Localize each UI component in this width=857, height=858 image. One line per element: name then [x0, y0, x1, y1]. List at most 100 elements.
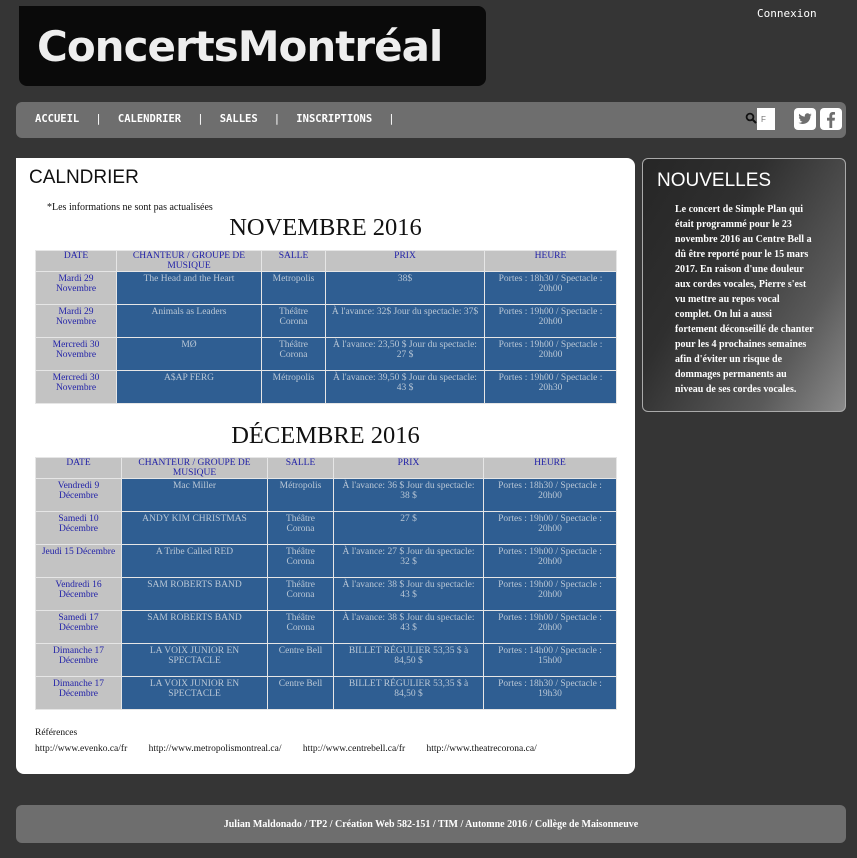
concert-artist: A Tribe Called RED — [121, 544, 268, 578]
table-row: Mercredi 30 Novembre A$AP FERG Métropoli… — [35, 370, 617, 404]
concert-price: À l'avance: 36 $ Jour du spectacle: 38 $ — [333, 478, 484, 512]
disclaimer-note: *Les informations ne sont pas actualisée… — [47, 202, 213, 213]
reference-link-metropolis[interactable]: http://www.metropolismontreal.ca/ — [149, 744, 282, 754]
concert-venue: Théâtre Corona — [267, 577, 334, 611]
concert-date: Samedi 10 Décembre — [35, 511, 122, 545]
footer-credits: Julian Maldonado / TP2 / Création Web 58… — [223, 818, 639, 830]
table-header-row: DATE CHANTEUR / GROUPE DE MUSIQUE SALLE … — [35, 457, 617, 479]
concert-price: À l'avance: 39,50 $ Jour du spectacle: 4… — [325, 370, 485, 404]
news-panel: NOUVELLES Le concert de Simple Plan qui … — [642, 158, 846, 412]
concert-price: À l'avance: 38 $ Jour du spectacle: 43 $ — [333, 610, 484, 644]
facebook-icon[interactable] — [820, 108, 842, 130]
column-header-price: PRIX — [325, 250, 485, 272]
concert-price: À l'avance: 32$ Jour du spectacle: 37$ — [325, 304, 485, 338]
concert-time: Portes : 19h00 / Spectacle : 20h30 — [484, 370, 617, 404]
calendar-panel: CALNDRIER *Les informations ne sont pas … — [16, 158, 635, 774]
concert-venue: Théâtre Corona — [261, 304, 326, 338]
concert-artist: LA VOIX JUNIOR EN SPECTACLE — [121, 676, 268, 710]
site-logo[interactable]: ConcertsMontréal — [19, 6, 486, 86]
column-header-venue: SALLE — [267, 457, 334, 479]
concert-date: Vendredi 9 Décembre — [35, 478, 122, 512]
column-header-venue: SALLE — [261, 250, 326, 272]
nav-items: ACCUEIL | CALENDRIER | SALLES | INSCRIPT… — [35, 112, 411, 125]
column-header-artist: CHANTEUR / GROUPE DE MUSIQUE — [116, 250, 262, 272]
reference-link-corona[interactable]: http://www.theatrecorona.ca/ — [427, 744, 537, 754]
page-title: CALNDRIER — [29, 167, 139, 188]
concert-price: À l'avance: 27 $ Jour du spectacle: 32 $ — [333, 544, 484, 578]
references-list: http://www.evenko.ca/fr http://www.metro… — [35, 744, 556, 754]
login-link[interactable]: Connexion — [757, 7, 817, 20]
concert-date: Mercredi 30 Novembre — [35, 370, 117, 404]
table-row: Vendredi 9 Décembre Mac Miller Métropoli… — [35, 478, 617, 512]
table-row: Dimanche 17 Décembre LA VOIX JUNIOR EN S… — [35, 643, 617, 677]
news-text: Le concert de Simple Plan qui était prog… — [675, 204, 814, 395]
concert-time: Portes : 19h00 / Spectacle : 20h00 — [484, 337, 617, 371]
reference-link-centrebell[interactable]: http://www.centrebell.ca/fr — [303, 744, 405, 754]
concert-price: À l'avance: 23,50 $ Jour du spectacle: 2… — [325, 337, 485, 371]
concert-time: Portes : 19h00 / Spectacle : 20h00 — [483, 610, 617, 644]
concert-artist: A$AP FERG — [116, 370, 262, 404]
concert-time: Portes : 18h30 / Spectacle : 20h00 — [484, 271, 617, 305]
nav-item-inscriptions[interactable]: INSCRIPTIONS — [296, 113, 372, 125]
concert-price: BILLET RÉGULIER 53,35 $ à 84,50 $ — [333, 643, 484, 677]
table-row: Samedi 10 Décembre ANDY KIM CHRISTMAS Th… — [35, 511, 617, 545]
nav-item-calendrier[interactable]: CALENDRIER — [118, 113, 181, 125]
table-row: Vendredi 16 Décembre SAM ROBERTS BAND Th… — [35, 577, 617, 611]
concert-time: Portes : 19h00 / Spectacle : 20h00 — [483, 577, 617, 611]
column-header-date: DATE — [35, 250, 117, 272]
concert-artist: SAM ROBERTS BAND — [121, 610, 268, 644]
footer: Julian Maldonado / TP2 / Création Web 58… — [16, 805, 846, 843]
column-header-artist: CHANTEUR / GROUPE DE MUSIQUE — [121, 457, 268, 479]
concert-time: Portes : 19h00 / Spectacle : 20h00 — [483, 511, 617, 545]
twitter-icon[interactable] — [794, 108, 816, 130]
concert-venue: Centre Bell — [267, 643, 334, 677]
concert-artist: The Head and the Heart — [116, 271, 262, 305]
table-row: Jeudi 15 Décembre A Tribe Called RED Thé… — [35, 544, 617, 578]
table-row: Dimanche 17 Décembre LA VOIX JUNIOR EN S… — [35, 676, 617, 710]
main-nav: ACCUEIL | CALENDRIER | SALLES | INSCRIPT… — [16, 102, 846, 138]
concert-date: Dimanche 17 Décembre — [35, 676, 122, 710]
concert-venue: Métropolis — [261, 370, 326, 404]
column-header-time: HEURE — [484, 250, 617, 272]
nav-item-accueil[interactable]: ACCUEIL — [35, 113, 79, 125]
concert-venue: Métropolis — [267, 478, 334, 512]
concert-price: 38$ — [325, 271, 485, 305]
table-row: Mardi 29 Novembre Animals as Leaders Thé… — [35, 304, 617, 338]
concert-venue: Théâtre Corona — [261, 337, 326, 371]
concert-price: À l'avance: 38 $ Jour du spectacle: 43 $ — [333, 577, 484, 611]
table-row: Mardi 29 Novembre The Head and the Heart… — [35, 271, 617, 305]
concert-time: Portes : 18h30 / Spectacle : 19h30 — [483, 676, 617, 710]
concert-venue: Théâtre Corona — [267, 610, 334, 644]
news-title: NOUVELLES — [657, 170, 772, 191]
month-title-november: NOVEMBRE 2016 — [229, 214, 422, 241]
concert-time: Portes : 18h30 / Spectacle : 20h00 — [483, 478, 617, 512]
concerts-table-december: DATE CHANTEUR / GROUPE DE MUSIQUE SALLE … — [35, 457, 617, 710]
concerts-table-november: DATE CHANTEUR / GROUPE DE MUSIQUE SALLE … — [35, 250, 617, 404]
concert-venue: Metropolis — [261, 271, 326, 305]
concert-time: Portes : 19h00 / Spectacle : 20h00 — [484, 304, 617, 338]
nav-item-salles[interactable]: SALLES — [220, 113, 258, 125]
concert-venue: Théâtre Corona — [267, 511, 334, 545]
column-header-price: PRIX — [333, 457, 484, 479]
column-header-time: HEURE — [483, 457, 617, 479]
nav-separator: | — [95, 112, 102, 125]
concert-date: Mercredi 30 Novembre — [35, 337, 117, 371]
concert-price: 27 $ — [333, 511, 484, 545]
search-input[interactable] — [757, 108, 775, 130]
concert-date: Samedi 17 Décembre — [35, 610, 122, 644]
table-row: Mercredi 30 Novembre MØ Théâtre Corona À… — [35, 337, 617, 371]
nav-separator: | — [197, 112, 204, 125]
concert-artist: Mac Miller — [121, 478, 268, 512]
concert-date: Mardi 29 Novembre — [35, 304, 117, 338]
search-icon[interactable] — [745, 112, 757, 124]
reference-link-evenko[interactable]: http://www.evenko.ca/fr — [35, 744, 127, 754]
month-title-december: DÉCEMBRE 2016 — [231, 422, 420, 449]
column-header-date: DATE — [35, 457, 122, 479]
concert-artist: ANDY KIM CHRISTMAS — [121, 511, 268, 545]
concert-time: Portes : 19h00 / Spectacle : 20h00 — [483, 544, 617, 578]
concert-venue: Théâtre Corona — [267, 544, 334, 578]
concert-artist: MØ — [116, 337, 262, 371]
concert-time: Portes : 14h00 / Spectacle : 15h00 — [483, 643, 617, 677]
concert-venue: Centre Bell — [267, 676, 334, 710]
concert-artist: SAM ROBERTS BAND — [121, 577, 268, 611]
